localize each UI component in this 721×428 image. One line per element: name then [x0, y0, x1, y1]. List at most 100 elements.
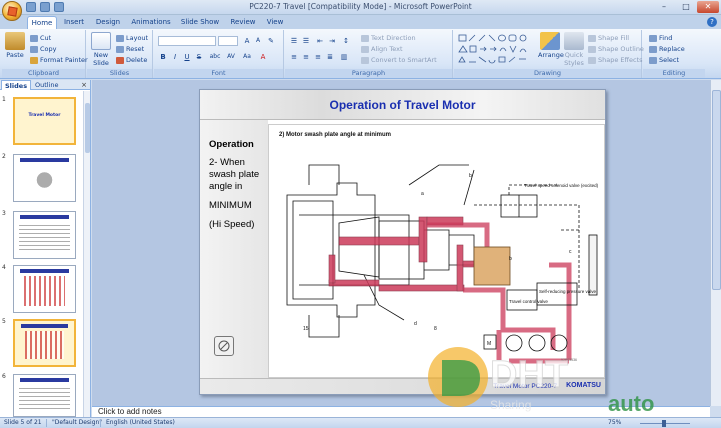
decrease-indent-icon[interactable]: ⇤	[315, 36, 325, 46]
panel-scrollbar[interactable]	[83, 91, 90, 417]
font-color-button[interactable]: A	[258, 52, 268, 62]
shape-outline-button[interactable]: Shape Outline	[588, 44, 644, 54]
solenoid-label: Travel speed solenoid valve (excited)	[524, 183, 599, 188]
font-size-combo[interactable]	[218, 36, 238, 46]
change-case-button[interactable]: Aa	[240, 52, 254, 62]
shape-fill-button[interactable]: Shape Fill	[588, 33, 629, 43]
tab-slides[interactable]: Slides	[1, 80, 32, 90]
cut-button[interactable]: Cut	[30, 33, 51, 43]
status-divider	[100, 419, 101, 427]
close-button[interactable]: ✕	[697, 1, 719, 13]
numbering-icon[interactable]: ☰	[301, 36, 311, 46]
paste-button[interactable]: Paste	[4, 32, 26, 59]
quick-styles-icon	[564, 32, 584, 50]
panel-scroll-thumb[interactable]	[85, 103, 90, 153]
slide-body-line[interactable]: (Hi Speed)	[209, 219, 254, 231]
close-panel-icon[interactable]: ×	[81, 80, 87, 90]
shrink-font-button[interactable]: A	[253, 36, 263, 46]
slide-counter: Slide 5 of 21	[4, 419, 42, 426]
notes-placeholder[interactable]: Click to add notes	[98, 407, 162, 416]
new-slide-button[interactable]: New Slide	[89, 32, 113, 67]
drawing-group-label: Drawing	[454, 69, 641, 78]
thumbnail-number: 6	[2, 373, 6, 380]
tab-home[interactable]: Home	[27, 16, 57, 29]
convert-smartart-button[interactable]: Convert to SmartArt	[361, 55, 437, 65]
office-button[interactable]	[2, 1, 22, 21]
strikethrough-button[interactable]: S	[194, 52, 204, 62]
columns-icon[interactable]: ▥	[339, 52, 349, 62]
justify-icon[interactable]: ≣	[325, 52, 335, 62]
font-group-label: Font	[154, 69, 283, 78]
shadow-button[interactable]: abc	[208, 52, 222, 62]
language-indicator[interactable]: English (United States)	[106, 419, 175, 426]
align-left-icon[interactable]: ≡	[289, 52, 299, 62]
slide-body-line[interactable]: angle in	[209, 181, 242, 193]
shapes-gallery-icons	[458, 34, 527, 64]
thumbnail-frame[interactable]	[13, 154, 76, 202]
notes-pane[interactable]: Click to add notes	[92, 406, 710, 417]
font-name-combo[interactable]	[158, 36, 216, 46]
tab-review[interactable]: Review	[229, 16, 257, 29]
minimize-button[interactable]: –	[653, 1, 675, 13]
help-icon[interactable]: ?	[707, 17, 717, 27]
current-slide[interactable]: Operation of Travel Motor Operation 2- W…	[199, 89, 606, 395]
zoom-level[interactable]: 75%	[608, 419, 621, 426]
thumbnail-frame[interactable]	[13, 211, 76, 259]
align-right-icon[interactable]: ≡	[313, 52, 323, 62]
increase-indent-icon[interactable]: ⇥	[327, 36, 337, 46]
slide-body-line[interactable]: MINIMUM	[209, 200, 252, 212]
align-center-icon[interactable]: ≡	[301, 52, 311, 62]
slide-body-line[interactable]: swash plate	[209, 169, 259, 181]
tab-animations[interactable]: Animations	[130, 16, 172, 29]
quick-styles-button[interactable]: Quick Styles	[562, 32, 586, 67]
bullets-icon[interactable]: ☰	[289, 36, 299, 46]
tab-slide-show[interactable]: Slide Show	[180, 16, 220, 29]
copy-button[interactable]: Copy	[30, 44, 57, 54]
thumbnail-frame[interactable]	[13, 319, 76, 367]
underline-button[interactable]: U	[182, 52, 192, 62]
grow-font-button[interactable]: A	[242, 36, 252, 46]
shape-fill-label: Shape Fill	[598, 34, 630, 42]
tab-outline[interactable]: Outline	[32, 80, 62, 90]
tab-view[interactable]: View	[264, 16, 286, 29]
thumbnail-frame[interactable]: Travel Motor	[13, 97, 76, 145]
vertical-scrollbar[interactable]	[710, 80, 721, 406]
tab-insert[interactable]: Insert	[60, 16, 88, 29]
reset-button[interactable]: Reset	[116, 44, 144, 54]
slide-title[interactable]: Operation of Travel Motor	[200, 98, 605, 112]
hydraulic-diagram[interactable]: 2) Motor swash plate angle at minimum Tr…	[268, 124, 605, 378]
paste-icon	[5, 32, 25, 50]
shape-effects-button[interactable]: Shape Effects	[588, 55, 643, 65]
select-button[interactable]: Select	[649, 55, 679, 65]
thumbnail-frame[interactable]	[13, 265, 76, 313]
italic-button[interactable]: I	[170, 52, 180, 62]
tab-design[interactable]: Design	[93, 16, 123, 29]
thumbnail-frame[interactable]	[13, 374, 76, 417]
select-label: Select	[659, 56, 680, 64]
shapes-gallery[interactable]	[457, 33, 535, 67]
bold-button[interactable]: B	[158, 52, 168, 62]
replace-button[interactable]: Replace	[649, 44, 685, 54]
callout-number: 15	[303, 326, 309, 332]
find-button[interactable]: Find	[649, 33, 672, 43]
maximize-button[interactable]: □	[675, 1, 697, 13]
line-spacing-icon[interactable]: ↕	[341, 36, 351, 46]
align-text-button[interactable]: Align Text	[361, 44, 403, 54]
figure-code: 52P03536	[561, 358, 577, 362]
delete-slide-button[interactable]: Delete	[116, 55, 147, 65]
slide-heading[interactable]: Operation	[209, 139, 254, 151]
slide-nav-button[interactable]	[214, 336, 234, 356]
arrange-button[interactable]: Arrange	[538, 32, 564, 59]
format-painter-button[interactable]: Format Painter	[30, 55, 88, 65]
thumbnail-title-line	[20, 269, 69, 273]
layout-button[interactable]: Layout	[116, 33, 148, 43]
zoom-slider-thumb[interactable]	[662, 420, 666, 427]
clear-format-icon[interactable]: ✎	[266, 36, 276, 46]
scroll-thumb[interactable]	[712, 90, 721, 290]
delete-icon	[116, 56, 124, 64]
effects-icon	[588, 56, 596, 64]
text-direction-button[interactable]: Text Direction	[361, 33, 416, 43]
paste-label: Paste	[6, 51, 24, 59]
char-spacing-button[interactable]: AV	[224, 52, 238, 62]
slide-body-line[interactable]: 2- When	[209, 157, 245, 169]
